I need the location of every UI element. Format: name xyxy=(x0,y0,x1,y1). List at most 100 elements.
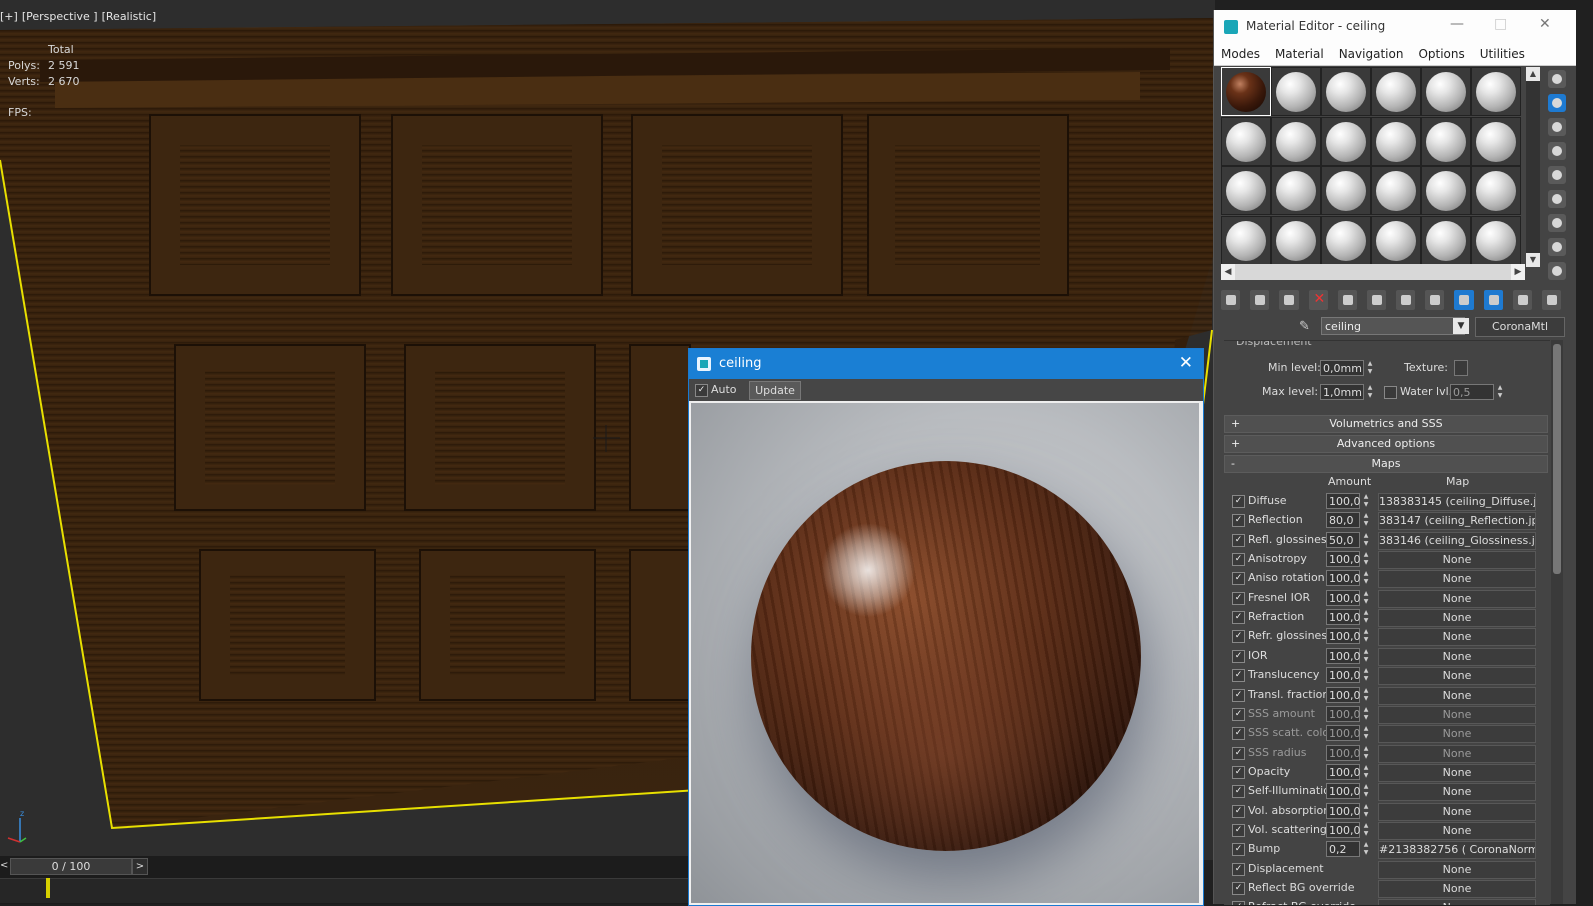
get-material-icon[interactable] xyxy=(1221,290,1241,310)
map-amount-spinner[interactable]: ▲ ▼ xyxy=(1361,493,1371,509)
map-amount-field[interactable]: 100,0 xyxy=(1326,705,1361,722)
maximize-icon[interactable]: □ xyxy=(1494,16,1507,32)
map-slot-button[interactable]: None xyxy=(1378,725,1536,744)
material-sample-slot[interactable] xyxy=(1271,215,1321,265)
map-amount-field[interactable]: 100,0 xyxy=(1326,609,1361,626)
map-amount-field[interactable]: 100,0 xyxy=(1326,763,1361,780)
map-amount-spinner[interactable]: ▲ ▼ xyxy=(1361,764,1371,780)
map-amount-field[interactable]: 100,0 xyxy=(1326,493,1361,509)
viewport-menu-plus[interactable]: [+] xyxy=(0,10,18,23)
material-sample-slot[interactable] xyxy=(1371,166,1421,215)
auto-update-checkbox[interactable]: ✓ xyxy=(695,384,708,397)
viewport-label[interactable]: [+] [Perspective ] [Realistic] xyxy=(0,10,160,23)
chevron-down-icon[interactable]: ▼ xyxy=(1453,318,1469,334)
map-enable-checkbox[interactable]: ✓ xyxy=(1232,669,1245,683)
viewport-point-of-view[interactable]: [Perspective ] xyxy=(22,10,98,23)
map-slot-button[interactable]: None xyxy=(1378,783,1536,802)
water-level-field[interactable]: 0,5 xyxy=(1450,384,1494,400)
material-sample-slot[interactable] xyxy=(1321,116,1371,166)
map-enable-checkbox[interactable]: ✓ xyxy=(1232,862,1245,876)
map-enable-checkbox[interactable]: ✓ xyxy=(1232,591,1245,605)
map-slot-button[interactable]: None xyxy=(1378,899,1536,905)
map-amount-spinner[interactable]: ▲ ▼ xyxy=(1361,803,1371,819)
map-enable-checkbox[interactable]: ✓ xyxy=(1232,649,1245,663)
menu-material[interactable]: Material xyxy=(1275,47,1324,61)
map-enable-checkbox[interactable]: ✓ xyxy=(1232,572,1245,586)
map-enable-checkbox[interactable]: ✓ xyxy=(1232,553,1245,567)
slots-vertical-scrollbar[interactable]: ▲ ▼ xyxy=(1526,67,1540,267)
go-forward-to-sibling-icon[interactable] xyxy=(1541,290,1562,310)
go-to-parent-icon[interactable] xyxy=(1512,290,1532,310)
map-amount-spinner[interactable]: ▲ ▼ xyxy=(1361,725,1371,741)
map-enable-checkbox[interactable]: ✓ xyxy=(1232,843,1245,857)
map-amount-spinner[interactable]: ▲ ▼ xyxy=(1361,590,1371,606)
map-amount-spinner[interactable]: ▲ ▼ xyxy=(1361,667,1371,683)
map-slot-button[interactable]: None xyxy=(1378,705,1536,724)
material-sample-slot[interactable] xyxy=(1221,166,1271,215)
map-enable-checkbox[interactable]: ✓ xyxy=(1232,630,1245,644)
map-enable-checkbox[interactable]: ✓ xyxy=(1232,765,1245,779)
track-bar[interactable] xyxy=(0,878,690,903)
map-slot-button[interactable]: None xyxy=(1378,763,1536,782)
max-level-spinner[interactable]: ▲ ▼ xyxy=(1365,384,1375,400)
preview-render-canvas[interactable] xyxy=(691,403,1199,903)
map-amount-field[interactable]: 100,0 xyxy=(1326,589,1361,606)
map-amount-field[interactable]: 50,0 xyxy=(1326,531,1360,548)
material-sample-slot[interactable] xyxy=(1321,67,1371,116)
eyedropper-icon[interactable]: ✎ xyxy=(1299,319,1315,335)
material-sample-slot[interactable] xyxy=(1421,67,1471,116)
make-preview-icon[interactable] xyxy=(1548,190,1566,208)
map-amount-spinner[interactable]: ▲ ▼ xyxy=(1361,822,1371,838)
map-enable-checkbox[interactable]: ✓ xyxy=(1232,727,1245,741)
material-sample-slot[interactable] xyxy=(1321,215,1371,265)
map-enable-checkbox[interactable]: ✓ xyxy=(1232,785,1245,799)
rollout-scrollbar-thumb[interactable] xyxy=(1553,344,1561,574)
material-sample-slot[interactable] xyxy=(1471,116,1521,166)
texture-map-button[interactable] xyxy=(1454,360,1468,376)
select-by-material-icon[interactable] xyxy=(1548,238,1566,256)
copy-material-icon[interactable] xyxy=(1337,290,1357,310)
map-amount-field[interactable]: 80,0 xyxy=(1326,512,1360,529)
menu-utilities[interactable]: Utilities xyxy=(1480,47,1525,61)
menu-navigation[interactable]: Navigation xyxy=(1339,47,1404,61)
close-icon[interactable]: ✕ xyxy=(1179,353,1193,373)
map-slot-button[interactable]: None xyxy=(1378,628,1536,647)
map-amount-spinner[interactable]: ▲ ▼ xyxy=(1361,628,1371,644)
viewport-shading[interactable]: [Realistic] xyxy=(102,10,157,23)
scroll-up-icon[interactable]: ▲ xyxy=(1526,67,1540,81)
map-enable-checkbox[interactable]: ✓ xyxy=(1232,688,1245,702)
material-sample-slot[interactable] xyxy=(1471,67,1521,116)
map-amount-spinner[interactable]: ▲ ▼ xyxy=(1361,706,1371,722)
slots-horizontal-scrollbar[interactable]: ◀ ▶ xyxy=(1221,264,1525,280)
material-sample-slot[interactable] xyxy=(1371,67,1421,116)
backlight-icon[interactable] xyxy=(1548,94,1566,112)
material-sample-slot[interactable] xyxy=(1221,215,1271,265)
show-end-result-icon[interactable] xyxy=(1483,290,1503,310)
map-amount-spinner[interactable]: ▲ ▼ xyxy=(1361,532,1371,548)
menu-modes[interactable]: Modes xyxy=(1221,47,1260,61)
map-amount-field[interactable]: 100,0 xyxy=(1326,570,1361,587)
map-slot-button[interactable]: None xyxy=(1378,860,1536,879)
video-color-check-icon[interactable] xyxy=(1548,166,1566,184)
map-amount-spinner[interactable]: ▲ ▼ xyxy=(1361,570,1371,586)
map-enable-checkbox[interactable]: ✓ xyxy=(1232,823,1245,837)
material-sample-slot[interactable] xyxy=(1271,67,1321,116)
reset-map-icon[interactable]: ✕ xyxy=(1308,290,1328,310)
rollout-scrollbar[interactable] xyxy=(1551,340,1563,904)
volumetrics-sss-rollout[interactable]: + Volumetrics and SSS xyxy=(1224,415,1548,433)
map-slot-button[interactable]: None xyxy=(1378,647,1536,666)
current-frame-marker[interactable] xyxy=(46,878,50,898)
map-amount-field[interactable]: 100,0 xyxy=(1326,802,1361,819)
min-level-field[interactable]: 0,0mm xyxy=(1320,360,1364,376)
map-amount-spinner[interactable]: ▲ ▼ xyxy=(1361,745,1371,761)
map-amount-field[interactable]: 100,0 xyxy=(1326,783,1361,800)
material-sample-slot[interactable] xyxy=(1221,67,1271,116)
map-amount-field[interactable]: 0,2 xyxy=(1326,841,1360,858)
map-slot-button[interactable]: None xyxy=(1378,667,1536,686)
material-sample-slot[interactable] xyxy=(1221,116,1271,166)
max-level-field[interactable]: 1,0mm xyxy=(1320,384,1364,400)
map-amount-spinner[interactable]: ▲ ▼ xyxy=(1361,512,1371,528)
menu-options[interactable]: Options xyxy=(1418,47,1464,61)
map-slot-button[interactable]: 383147 (ceiling_Reflection.jpg) xyxy=(1378,512,1536,531)
map-amount-field[interactable]: 100,0 xyxy=(1326,821,1361,838)
